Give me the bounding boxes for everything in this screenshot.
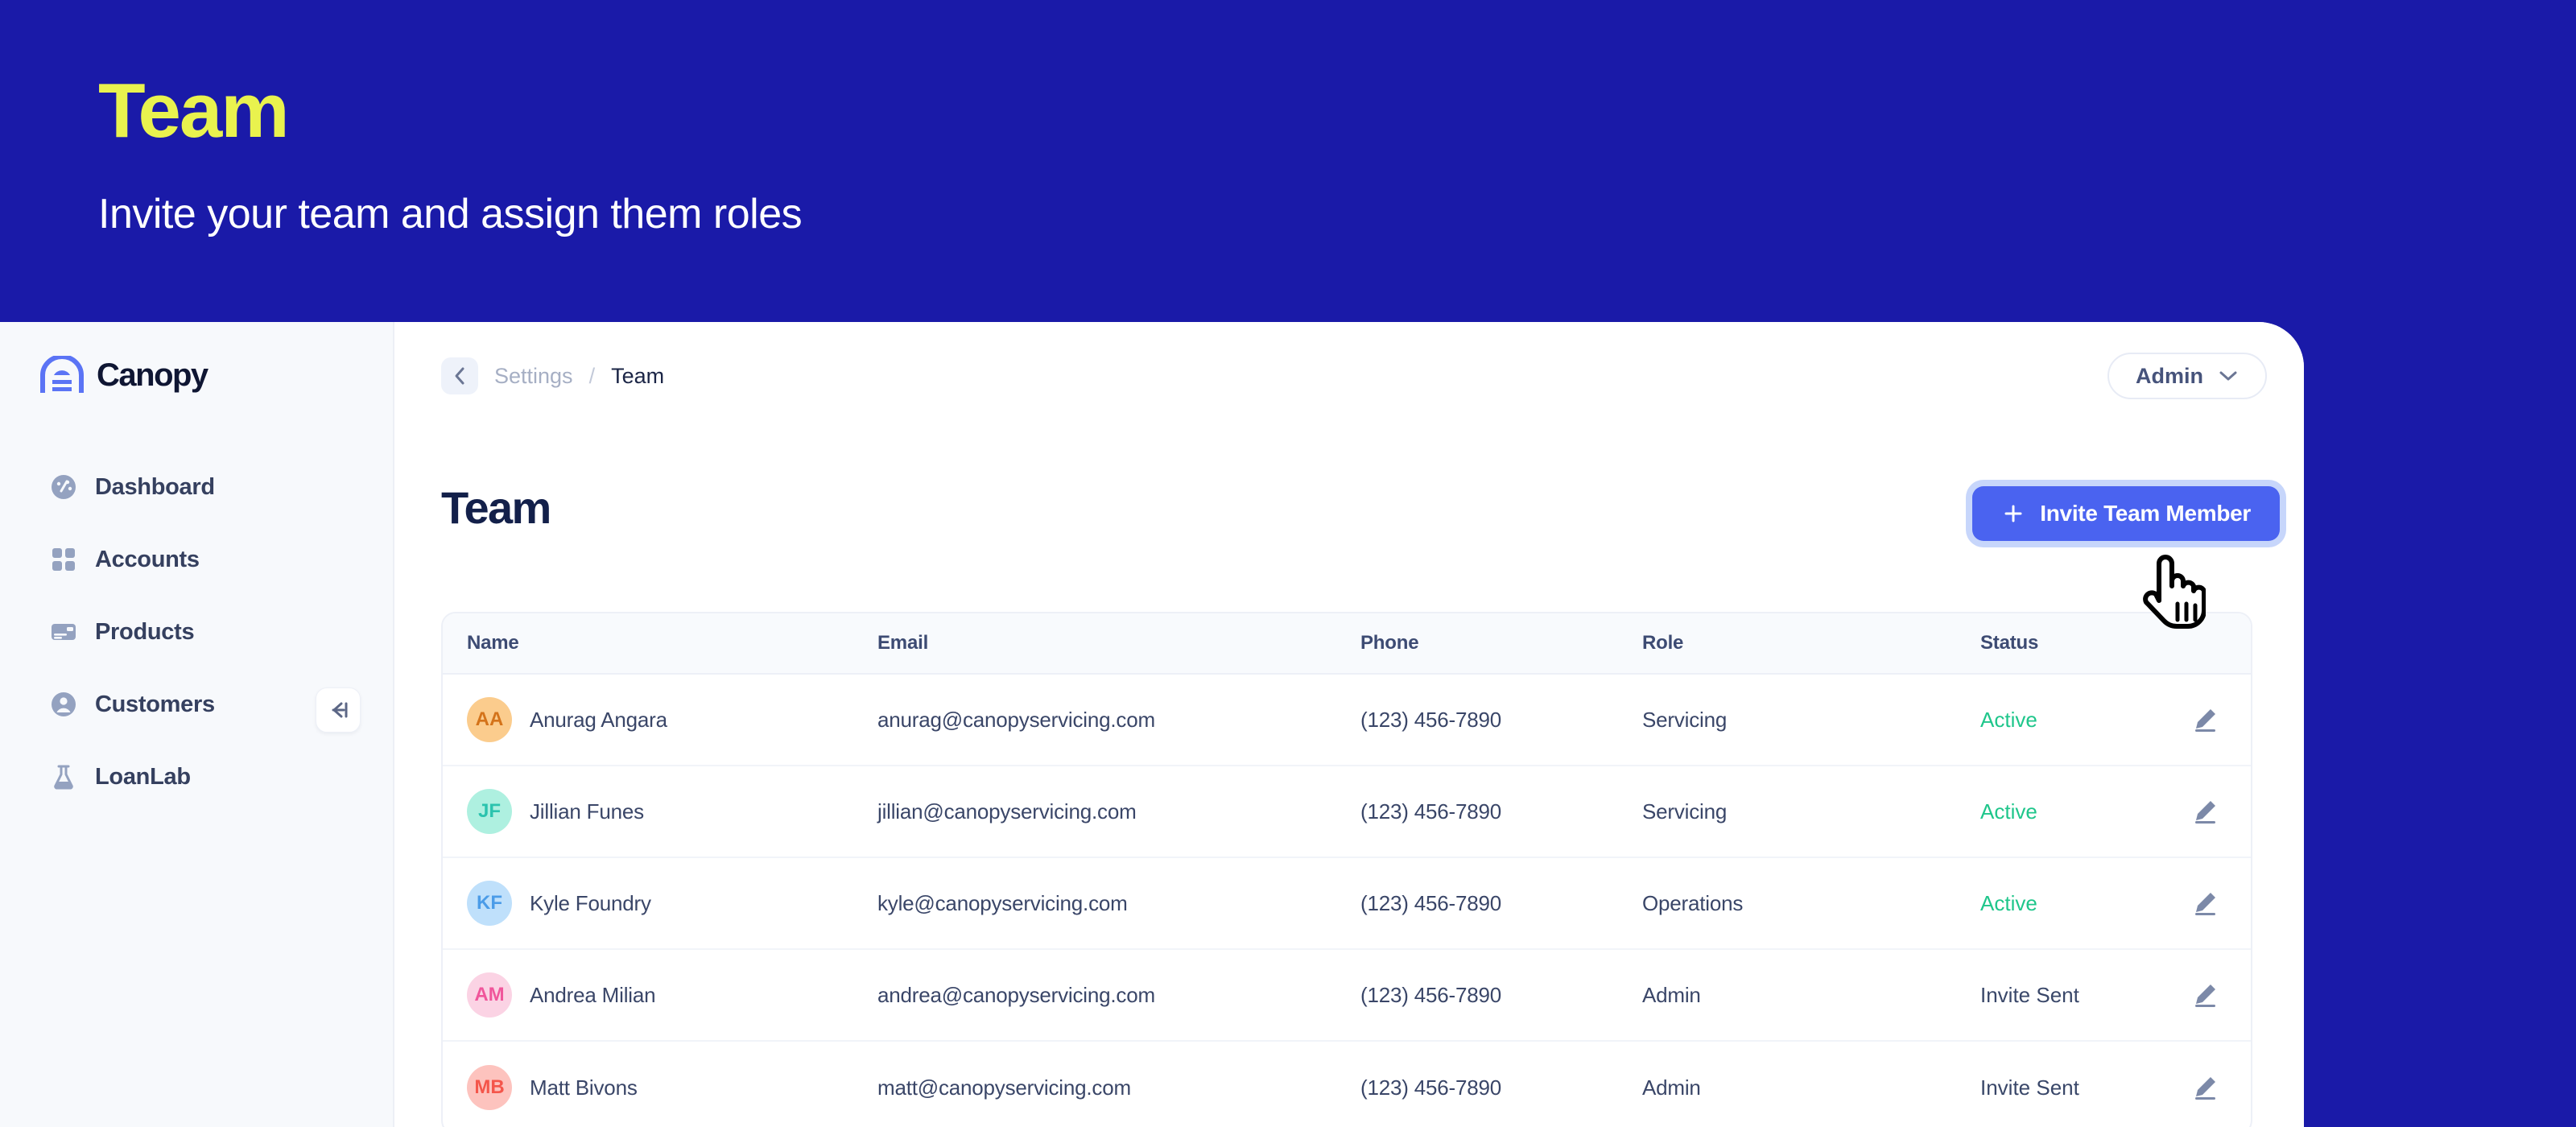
avatar: MB xyxy=(467,1065,512,1110)
chevron-left-icon xyxy=(455,367,464,385)
pencil-icon[interactable] xyxy=(2191,981,2219,1009)
flask-icon xyxy=(54,765,73,790)
app-panel: Canopy Dashboard Accounts Products Custo… xyxy=(0,322,2304,1127)
sidebar-item-label: Dashboard xyxy=(95,473,215,500)
sidebar-item-customers[interactable]: Customers xyxy=(0,668,394,741)
column-header-name: Name xyxy=(467,632,519,654)
hero-subtitle: Invite your team and assign them roles xyxy=(98,191,803,237)
member-role: Servicing xyxy=(1642,799,1728,824)
status-badge: Invite Sent xyxy=(1980,982,2079,1007)
status-badge: Active xyxy=(1980,890,2037,915)
column-header-email: Email xyxy=(877,632,929,654)
member-name: Anurag Angara xyxy=(530,707,667,732)
invite-button-label: Invite Team Member xyxy=(2040,501,2251,526)
sidebar-item-label: Customers xyxy=(95,691,215,717)
member-phone: (123) 456-7890 xyxy=(1360,890,1501,915)
pencil-icon[interactable] xyxy=(2191,890,2219,917)
back-button[interactable] xyxy=(441,357,478,394)
member-role: Admin xyxy=(1642,982,1701,1007)
sidebar-item-label: Accounts xyxy=(95,546,200,572)
column-header-role: Role xyxy=(1642,632,1684,654)
invite-team-member-button[interactable]: Invite Team Member xyxy=(1972,486,2280,541)
plus-icon xyxy=(2004,505,2022,522)
breadcrumb-separator: / xyxy=(588,363,596,388)
member-phone: (123) 456-7890 xyxy=(1360,1075,1501,1100)
avatar: AA xyxy=(467,697,512,742)
sidebar: Canopy Dashboard Accounts Products Custo… xyxy=(0,322,394,1127)
member-email: jillian@canopyservicing.com xyxy=(877,799,1137,824)
member-name: Kyle Foundry xyxy=(530,890,651,915)
hero-title: Team xyxy=(98,68,290,154)
breadcrumb-team: Team xyxy=(611,363,665,388)
table-header-row: Name Email Phone Role Status xyxy=(443,613,2251,675)
member-email: andrea@canopyservicing.com xyxy=(877,982,1155,1007)
member-name: Jillian Funes xyxy=(530,799,644,824)
sidebar-item-products[interactable]: Products xyxy=(0,596,394,668)
table-row[interactable]: AA Anurag Angara anurag@canopyservicing.co… xyxy=(443,675,2251,766)
pencil-icon[interactable] xyxy=(2191,706,2219,733)
breadcrumb-settings[interactable]: Settings xyxy=(494,364,573,389)
hero-banner: Team Invite your team and assign them ro… xyxy=(0,0,2576,322)
member-name: Matt Bivons xyxy=(530,1075,638,1100)
credit-card-icon xyxy=(52,624,76,640)
sidebar-item-loanlab[interactable]: LoanLab xyxy=(0,741,394,813)
brand-logo[interactable]: Canopy xyxy=(40,356,208,394)
role-select-dropdown[interactable]: Admin xyxy=(2107,353,2267,399)
avatar: KF xyxy=(467,881,512,926)
table-row[interactable]: JF Jillian Funes jillian@canopyservicing.c… xyxy=(443,766,2251,858)
member-role: Operations xyxy=(1642,890,1744,915)
breadcrumb: Settings / Team xyxy=(441,357,664,394)
status-badge: Invite Sent xyxy=(1980,1075,2079,1100)
main-content: Settings / Team Admin Team Invite Team M… xyxy=(396,322,2304,1127)
table-body: AA Anurag Angara anurag@canopyservicing.co… xyxy=(443,675,2251,1127)
gauge-icon xyxy=(52,475,76,499)
sidebar-item-dashboard[interactable]: Dashboard xyxy=(0,451,394,523)
member-role: Servicing xyxy=(1642,707,1728,732)
sidebar-item-label: LoanLab xyxy=(95,763,191,790)
user-circle-icon xyxy=(52,692,76,716)
status-badge: Active xyxy=(1980,707,2037,732)
table-row[interactable]: MB Matt Bivons matt@canopyservicing.com (12… xyxy=(443,1042,2251,1127)
invite-button-wrapper: Invite Team Member xyxy=(1972,486,2280,541)
member-name: Andrea Milian xyxy=(530,982,656,1007)
role-select-value: Admin xyxy=(2136,363,2203,388)
canopy-arch-logo-icon xyxy=(40,356,84,393)
avatar: JF xyxy=(467,789,512,834)
pencil-icon[interactable] xyxy=(2191,798,2219,825)
column-header-phone: Phone xyxy=(1360,632,1419,654)
member-role: Admin xyxy=(1642,1075,1701,1100)
member-email: matt@canopyservicing.com xyxy=(877,1075,1131,1100)
grid-squares-icon xyxy=(52,548,75,571)
table-row[interactable]: AM Andrea Milian andrea@canopyservicing.co… xyxy=(443,950,2251,1042)
chevron-down-icon xyxy=(2219,371,2237,381)
avatar: AM xyxy=(467,972,512,1018)
team-table: Name Email Phone Role Status AA Anurag An… xyxy=(441,612,2252,1127)
member-email: kyle@canopyservicing.com xyxy=(877,890,1128,915)
column-header-status: Status xyxy=(1980,632,2039,654)
member-phone: (123) 456-7890 xyxy=(1360,707,1501,732)
status-badge: Active xyxy=(1980,799,2037,824)
pencil-icon[interactable] xyxy=(2191,1074,2219,1101)
sidebar-nav: Dashboard Accounts Products Customers Lo… xyxy=(0,451,394,813)
table-row[interactable]: KF Kyle Foundry kyle@canopyservicing.com (1… xyxy=(443,858,2251,950)
member-phone: (123) 456-7890 xyxy=(1360,799,1501,824)
sidebar-item-label: Products xyxy=(95,618,195,645)
member-email: anurag@canopyservicing.com xyxy=(877,707,1155,732)
member-phone: (123) 456-7890 xyxy=(1360,982,1501,1007)
page-title: Team xyxy=(441,482,551,533)
brand-name: Canopy xyxy=(97,357,208,393)
sidebar-item-accounts[interactable]: Accounts xyxy=(0,523,394,596)
